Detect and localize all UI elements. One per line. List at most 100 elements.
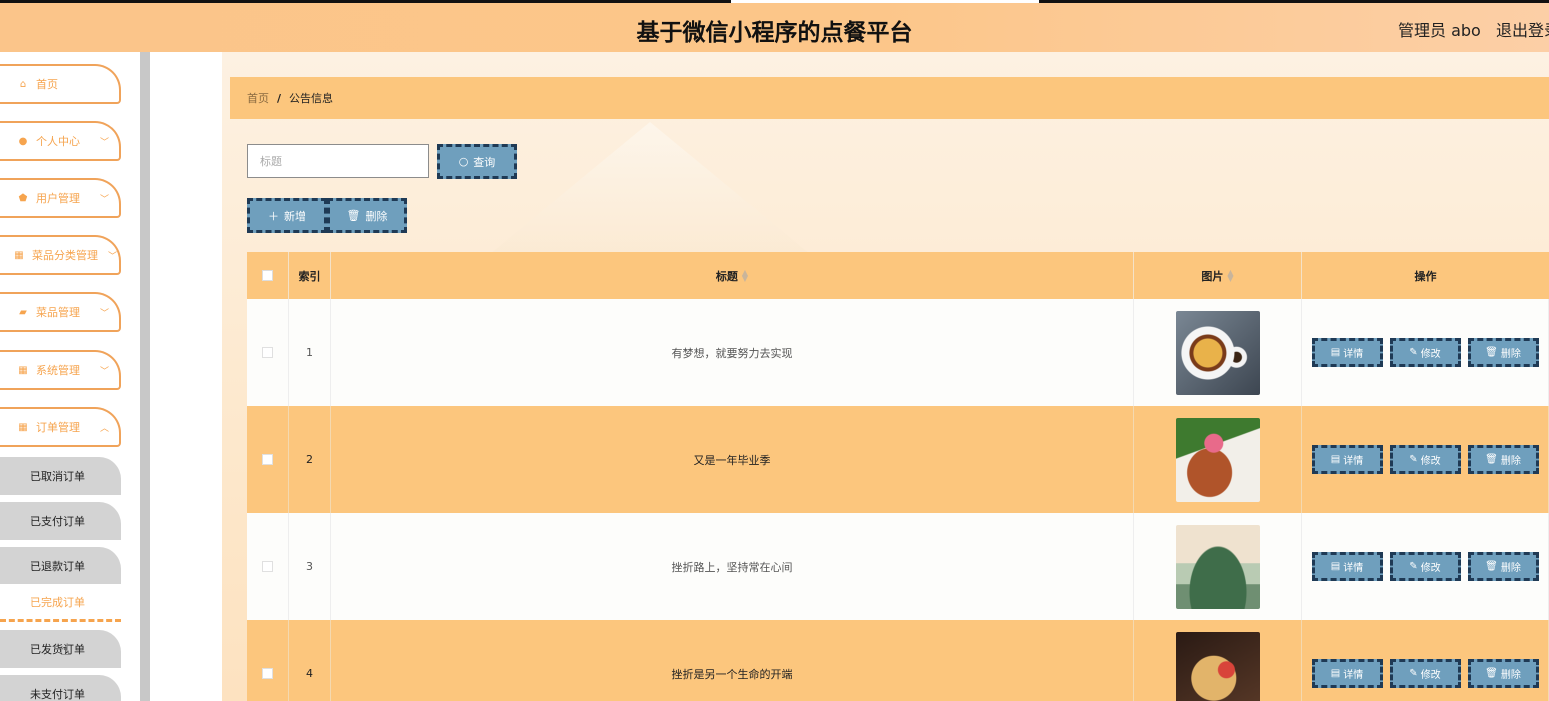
- grid-icon: ▦: [18, 421, 28, 433]
- header-image-label: 图片: [1201, 269, 1224, 283]
- delete-label: 删除: [1500, 456, 1521, 467]
- sort-icon[interactable]: ▲ ▼: [742, 268, 748, 282]
- main-content: 首页 / 公告信息 ○ 查询 ＋ 新增 🗑 删除 索引 标题 ▲▼ 图片 ▲▼ …: [222, 52, 1549, 701]
- row-image-cell: [1134, 406, 1302, 513]
- sidebar-item-user-management[interactable]: ⬟ 用户管理 ﹀: [0, 178, 121, 218]
- delete-button[interactable]: 🗑 删除: [1467, 659, 1539, 688]
- row-checkbox[interactable]: [262, 561, 273, 572]
- breadcrumb-home[interactable]: 首页: [247, 90, 269, 106]
- row-checkbox[interactable]: [262, 668, 273, 679]
- row-index: 3: [289, 513, 331, 620]
- search-icon: ○: [458, 155, 469, 168]
- delete-button[interactable]: 🗑 删除: [1467, 338, 1539, 367]
- edit-button[interactable]: ✎ 修改: [1389, 552, 1461, 581]
- app-title: 基于微信小程序的点餐平台: [636, 20, 913, 46]
- add-button[interactable]: ＋ 新增: [247, 198, 327, 233]
- sidebar-item-system-management[interactable]: ▦ 系统管理 ﹀: [0, 350, 121, 390]
- row-image-cell: [1134, 299, 1302, 406]
- sidebar-item-personal-center[interactable]: ● 个人中心 ﹀: [0, 121, 121, 161]
- app-header: 基于微信小程序的点餐平台 管理员 abo 退出登录: [0, 3, 1549, 52]
- header-check-cell: [247, 252, 289, 299]
- sidebar-item-label: 首页: [36, 78, 58, 91]
- header-image[interactable]: 图片 ▲ ▼: [1134, 252, 1302, 299]
- row-title: 挫折路上，坚持常在心间: [331, 513, 1134, 620]
- trash-icon: 🗑: [1485, 454, 1498, 465]
- sidebar-item-dish-management[interactable]: ▰ 菜品管理 ﹀: [0, 292, 121, 332]
- detail-label: 详情: [1343, 563, 1364, 574]
- chevron-down-icon: ﹀: [99, 195, 109, 205]
- row-checkbox[interactable]: [262, 454, 273, 465]
- sidebar-item-label: 系统管理: [36, 364, 80, 377]
- header-title[interactable]: 标题 ▲ ▼: [331, 252, 1134, 299]
- user-icon: ●: [18, 135, 28, 147]
- home-icon: ⌂: [19, 78, 27, 90]
- header-title-label: 标题: [715, 269, 738, 283]
- row-image-cell: [1134, 620, 1302, 701]
- sidebar-item-label: 个人中心: [36, 135, 80, 148]
- food-thumbnail[interactable]: [1175, 310, 1260, 395]
- table-row: 2 又是一年毕业季 ▤ 详情 ✎ 修改 🗑 删除: [247, 406, 1549, 513]
- document-icon: ▤: [1330, 347, 1341, 358]
- submenu-paid-orders[interactable]: 已支付订单: [0, 502, 121, 540]
- detail-button[interactable]: ▤ 详情: [1311, 445, 1383, 474]
- row-index: 4: [289, 620, 331, 701]
- sidebar-item-label: 菜品分类管理: [32, 249, 98, 262]
- sidebar-scrollbar[interactable]: [140, 52, 150, 701]
- document-icon: ▤: [1330, 454, 1341, 465]
- sidebar: ⌂ 首页 ● 个人中心 ﹀ ⬟ 用户管理 ﹀ ▦ 菜品分类管理 ﹀ ▰ 菜品管理…: [0, 52, 140, 701]
- sidebar-item-dish-category[interactable]: ▦ 菜品分类管理 ﹀: [0, 235, 121, 275]
- chevron-up-icon: ︿: [99, 424, 109, 434]
- table-header: 索引 标题 ▲ ▼ 图片 ▲ ▼ 操作: [247, 252, 1549, 299]
- row-check-cell: [247, 299, 289, 406]
- header-index: 索引: [289, 252, 331, 299]
- row-checkbox[interactable]: [262, 347, 273, 358]
- thumb-icon: ▰: [19, 306, 27, 318]
- row-index: 1: [289, 299, 331, 406]
- trash-icon: 🗑: [1485, 668, 1498, 679]
- breadcrumb-separator: /: [277, 91, 282, 105]
- logout-link[interactable]: 退出登录: [1496, 17, 1549, 41]
- detail-label: 详情: [1343, 670, 1364, 681]
- sidebar-item-order-management[interactable]: ▦ 订单管理 ︿: [0, 407, 121, 447]
- row-check-cell: [247, 620, 289, 701]
- chevron-down-icon: ﹀: [107, 252, 117, 262]
- edit-button[interactable]: ✎ 修改: [1389, 338, 1461, 367]
- grid-icon: ▦: [18, 364, 28, 376]
- row-actions: ▤ 详情 ✎ 修改 🗑 删除: [1302, 513, 1549, 620]
- detail-button[interactable]: ▤ 详情: [1311, 338, 1383, 367]
- batch-delete-button[interactable]: 🗑 删除: [327, 198, 407, 233]
- edit-button[interactable]: ✎ 修改: [1389, 445, 1461, 474]
- search-button[interactable]: ○ 查询: [437, 144, 517, 179]
- document-icon: ▤: [1330, 561, 1341, 572]
- trash-icon: 🗑: [1485, 561, 1498, 572]
- sort-icon[interactable]: ▲ ▼: [1227, 268, 1233, 282]
- table-row: 3 挫折路上，坚持常在心间 ▤ 详情 ✎ 修改 🗑 删除: [247, 513, 1549, 620]
- food-thumbnail[interactable]: [1175, 417, 1260, 502]
- breadcrumb-current: 公告信息: [289, 92, 334, 105]
- search-button-label: 查询: [473, 155, 496, 169]
- submenu-refunded-orders[interactable]: 已退款订单: [0, 547, 121, 585]
- submenu-cancelled-orders[interactable]: 已取消订单: [0, 457, 121, 495]
- row-check-cell: [247, 513, 289, 620]
- select-all-checkbox[interactable]: [262, 270, 273, 281]
- submenu-unpaid-orders[interactable]: 未支付订单: [0, 675, 121, 701]
- sidebar-item-label: 菜品管理: [36, 306, 80, 319]
- breadcrumb: 首页 / 公告信息: [230, 77, 1549, 119]
- search-input[interactable]: [247, 144, 429, 178]
- row-actions: ▤ 详情 ✎ 修改 🗑 删除: [1302, 299, 1549, 406]
- delete-button[interactable]: 🗑 删除: [1467, 445, 1539, 474]
- sidebar-item-home[interactable]: ⌂ 首页: [0, 64, 121, 104]
- document-icon: ▤: [1330, 668, 1341, 679]
- grid-icon: ▦: [14, 249, 24, 261]
- submenu-completed-orders[interactable]: 已完成订单: [0, 584, 121, 622]
- row-title: 有梦想，就要努力去实现: [331, 299, 1134, 406]
- header-actions: 操作: [1414, 269, 1437, 283]
- detail-button[interactable]: ▤ 详情: [1311, 659, 1383, 688]
- detail-button[interactable]: ▤ 详情: [1311, 552, 1383, 581]
- delete-button[interactable]: 🗑 删除: [1467, 552, 1539, 581]
- food-thumbnail[interactable]: [1175, 631, 1260, 701]
- food-thumbnail[interactable]: [1175, 524, 1260, 609]
- edit-label: 修改: [1420, 670, 1441, 681]
- edit-label: 修改: [1420, 456, 1441, 467]
- edit-button[interactable]: ✎ 修改: [1389, 659, 1461, 688]
